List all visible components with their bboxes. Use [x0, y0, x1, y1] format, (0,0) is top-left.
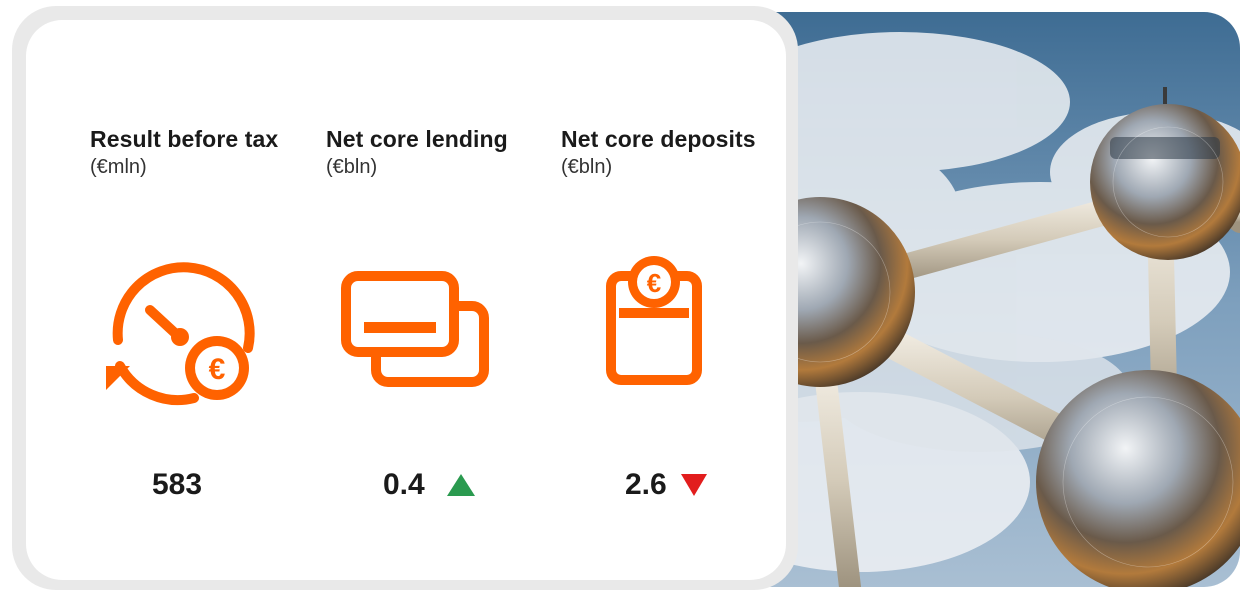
metric-value-row: 583	[152, 468, 202, 502]
metric-value: 583	[152, 468, 203, 501]
metric-value-row: 0.4	[383, 468, 475, 502]
metric-value-row: 2.6	[625, 468, 707, 502]
metric-title: Net core lending	[326, 126, 508, 152]
atomium-photo	[740, 12, 1240, 587]
metrics-card: Result before tax (€mln) € 583 Net core …	[26, 20, 786, 580]
metric-unit: (€bln)	[326, 156, 378, 178]
metric-value: 0.4	[383, 468, 425, 501]
deposit-euro-icon: €	[605, 254, 705, 393]
credit-cards-icon	[340, 270, 492, 395]
trend-down-icon	[680, 474, 707, 496]
svg-text:€: €	[647, 268, 661, 298]
metric-unit: (€bln)	[561, 156, 613, 178]
svg-text:€: €	[209, 353, 226, 386]
metric-value: 2.6	[625, 468, 667, 501]
clock-euro-icon: €	[102, 258, 256, 415]
metric-unit: (€mln)	[90, 156, 147, 178]
metric-title: Result before tax	[90, 126, 279, 152]
trend-up-icon	[446, 474, 475, 496]
metric-title: Net core deposits	[561, 126, 756, 152]
